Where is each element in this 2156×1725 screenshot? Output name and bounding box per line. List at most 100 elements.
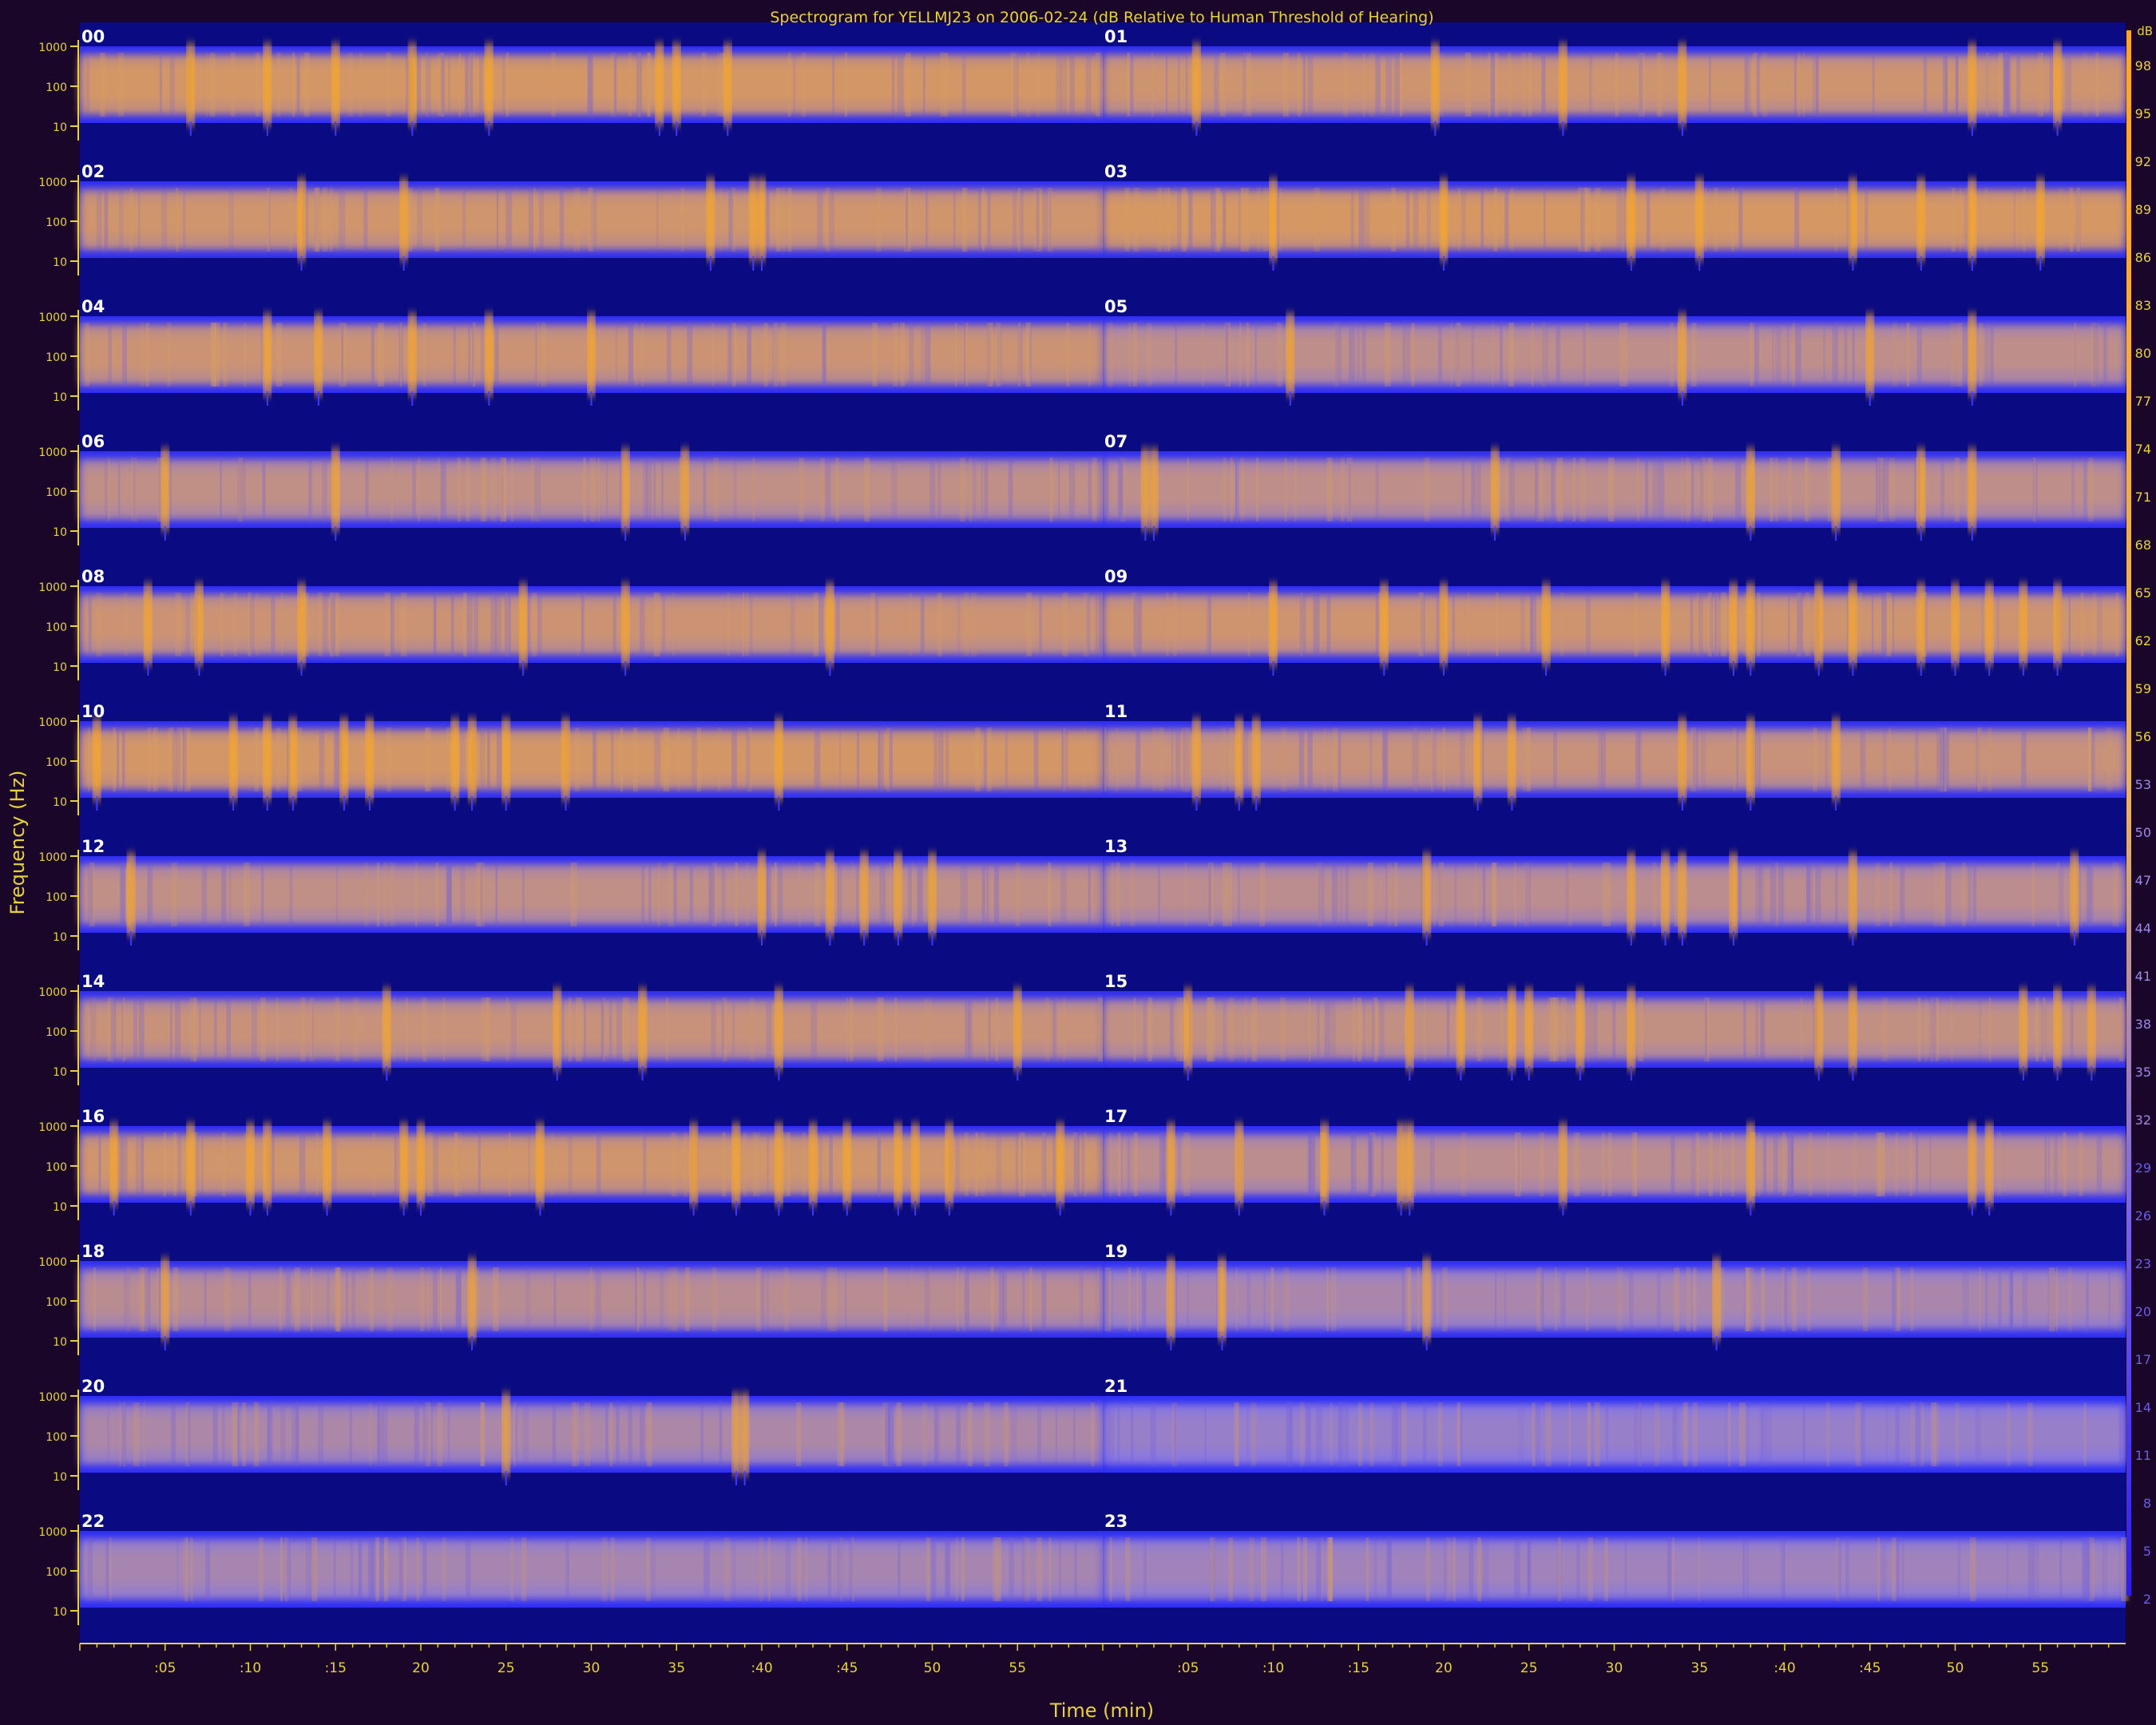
- panel-texture-streak: [1504, 458, 1511, 521]
- panel-texture-streak: [478, 53, 483, 117]
- panel-texture-streak: [1018, 323, 1021, 387]
- panel-texture-streak: [1048, 1537, 1052, 1601]
- panel-texture-streak: [1680, 458, 1684, 521]
- panel-texture-streak: [602, 997, 604, 1061]
- time-tick-label: :05: [154, 1660, 176, 1676]
- panel-texture-streak: [595, 1267, 602, 1331]
- panel-texture-streak: [479, 728, 485, 791]
- panel-texture-streak: [1674, 1402, 1679, 1466]
- panel-texture-streak: [541, 323, 547, 387]
- panel-texture-streak: [1375, 458, 1379, 521]
- panel-texture-streak: [1111, 862, 1115, 926]
- sound-event-tail: [402, 1201, 405, 1215]
- panel-texture-streak: [1652, 862, 1657, 926]
- panel-texture-streak: [336, 997, 340, 1061]
- sound-event-tail: [2056, 1066, 2059, 1081]
- panel-texture-streak: [1029, 1267, 1032, 1331]
- panel-texture-streak: [1690, 1132, 1697, 1196]
- colorbar-tick-label: 95: [2135, 106, 2151, 121]
- sound-event-04: [587, 313, 596, 396]
- panel-texture-streak: [2065, 53, 2072, 117]
- sound-event-tail: [164, 526, 166, 541]
- sound-event-15: [1405, 988, 1414, 1071]
- sound-event-10: [93, 718, 101, 801]
- sound-event-tail: [1195, 121, 1198, 136]
- panel-texture-streak: [350, 1537, 354, 1601]
- frequency-tick-label: 1000: [38, 1121, 67, 1134]
- sound-event-05: [1968, 313, 1976, 396]
- panel-texture-streak: [533, 188, 536, 252]
- panel-texture-streak: [109, 1537, 112, 1601]
- panel-texture-streak: [480, 323, 485, 387]
- sound-event-tail: [2022, 1066, 2024, 1081]
- panel-texture-streak: [1245, 188, 1250, 252]
- panel-texture-streak: [1237, 862, 1240, 926]
- sound-event-tail: [130, 931, 133, 946]
- sound-event-tail: [1681, 391, 1683, 406]
- frequency-tick-label: 10: [53, 391, 67, 404]
- panel-texture-streak: [307, 458, 312, 521]
- panel-texture-streak: [774, 862, 777, 926]
- panel-texture-streak: [496, 188, 499, 252]
- panel-texture-streak: [745, 862, 749, 926]
- sound-event-02: [706, 178, 715, 261]
- sound-event-tail: [368, 796, 371, 811]
- panel-texture-streak: [1313, 593, 1320, 656]
- panel-texture-streak: [1646, 188, 1651, 252]
- sound-event-tail: [1920, 661, 1922, 676]
- panel-texture-streak: [746, 728, 751, 791]
- sound-event-16: [945, 1123, 953, 1206]
- panel-texture-streak: [1655, 1402, 1660, 1466]
- sound-event-05: [1678, 313, 1686, 396]
- panel-texture-streak: [1891, 1537, 1896, 1601]
- panel-texture-streak: [691, 728, 698, 791]
- panel-texture-streak: [917, 862, 923, 926]
- panel-texture-streak: [1049, 458, 1053, 521]
- panel-texture-streak: [1235, 458, 1239, 521]
- panel-texture-streak: [653, 458, 656, 521]
- panel-texture-streak: [1534, 458, 1537, 521]
- panel-texture-streak: [280, 1402, 286, 1466]
- panel-texture-streak: [1808, 1132, 1813, 1196]
- panel-texture-streak: [1052, 997, 1057, 1061]
- sound-event-tail: [709, 256, 711, 271]
- panel-texture-streak: [371, 1267, 374, 1331]
- sound-event-tail: [948, 1201, 950, 1215]
- panel-texture-streak: [1709, 53, 1711, 117]
- panel-texture-streak: [446, 862, 452, 926]
- panel-texture-streak: [1604, 1537, 1608, 1601]
- panel-texture-streak: [1633, 1402, 1639, 1466]
- panel-texture-streak: [801, 53, 807, 117]
- panel-texture-streak: [1338, 1402, 1344, 1466]
- panel-texture-streak: [1770, 862, 1777, 926]
- panel-texture-streak: [1746, 1537, 1750, 1601]
- sound-event-07: [1832, 448, 1841, 531]
- panel-texture-streak: [1263, 1267, 1266, 1331]
- panel-texture-streak: [719, 188, 722, 252]
- panel-hour-label: 11: [1104, 702, 1128, 721]
- sound-event-08: [826, 583, 834, 666]
- panel-texture-streak: [422, 1537, 427, 1601]
- panel-texture-streak: [1279, 997, 1286, 1061]
- panel-texture-streak: [925, 323, 931, 387]
- panel-texture-streak: [826, 188, 830, 252]
- panel-texture-streak: [827, 1537, 831, 1601]
- sound-event-17: [1320, 1123, 1329, 1206]
- y-axis-label: Frequency (Hz): [6, 771, 29, 915]
- panel-texture-streak: [1576, 1132, 1581, 1196]
- panel-texture-streak: [820, 1267, 827, 1331]
- panel-texture-streak: [221, 862, 227, 926]
- panel-texture-streak: [1794, 53, 1797, 117]
- panel-texture-streak: [1807, 1267, 1811, 1331]
- panel-texture-streak: [636, 53, 643, 117]
- colorbar-tick-label: 50: [2135, 825, 2151, 840]
- panel-texture-streak: [1865, 188, 1869, 252]
- panel-texture-streak: [1755, 997, 1759, 1061]
- panel-texture-streak: [550, 1132, 553, 1196]
- panel-texture-streak: [2076, 188, 2080, 252]
- sound-event-tail: [300, 256, 303, 271]
- panel-texture-streak: [956, 1267, 959, 1331]
- panel-texture-streak: [289, 862, 293, 926]
- panel-texture-streak: [209, 53, 216, 117]
- panel-texture-streak: [1524, 862, 1532, 926]
